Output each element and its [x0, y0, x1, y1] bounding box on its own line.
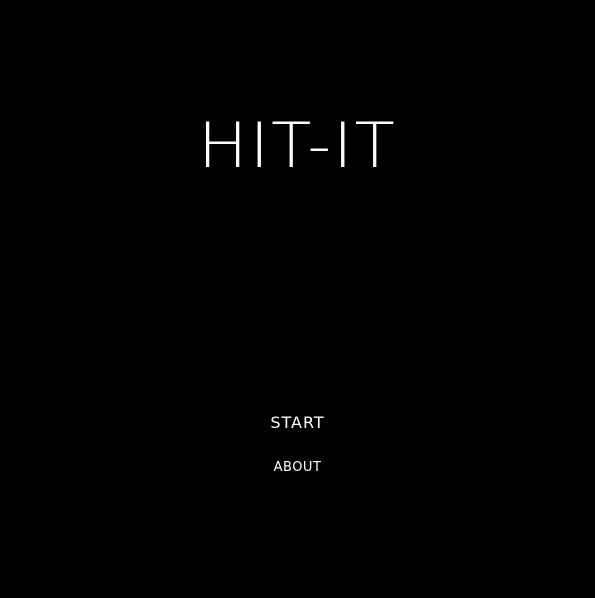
- about-button[interactable]: ABOUT: [0, 459, 595, 476]
- game-title: HIT-IT: [198, 109, 397, 182]
- start-button[interactable]: START: [0, 413, 595, 433]
- game-screen: HIT-IT START ABOUT: [0, 0, 595, 598]
